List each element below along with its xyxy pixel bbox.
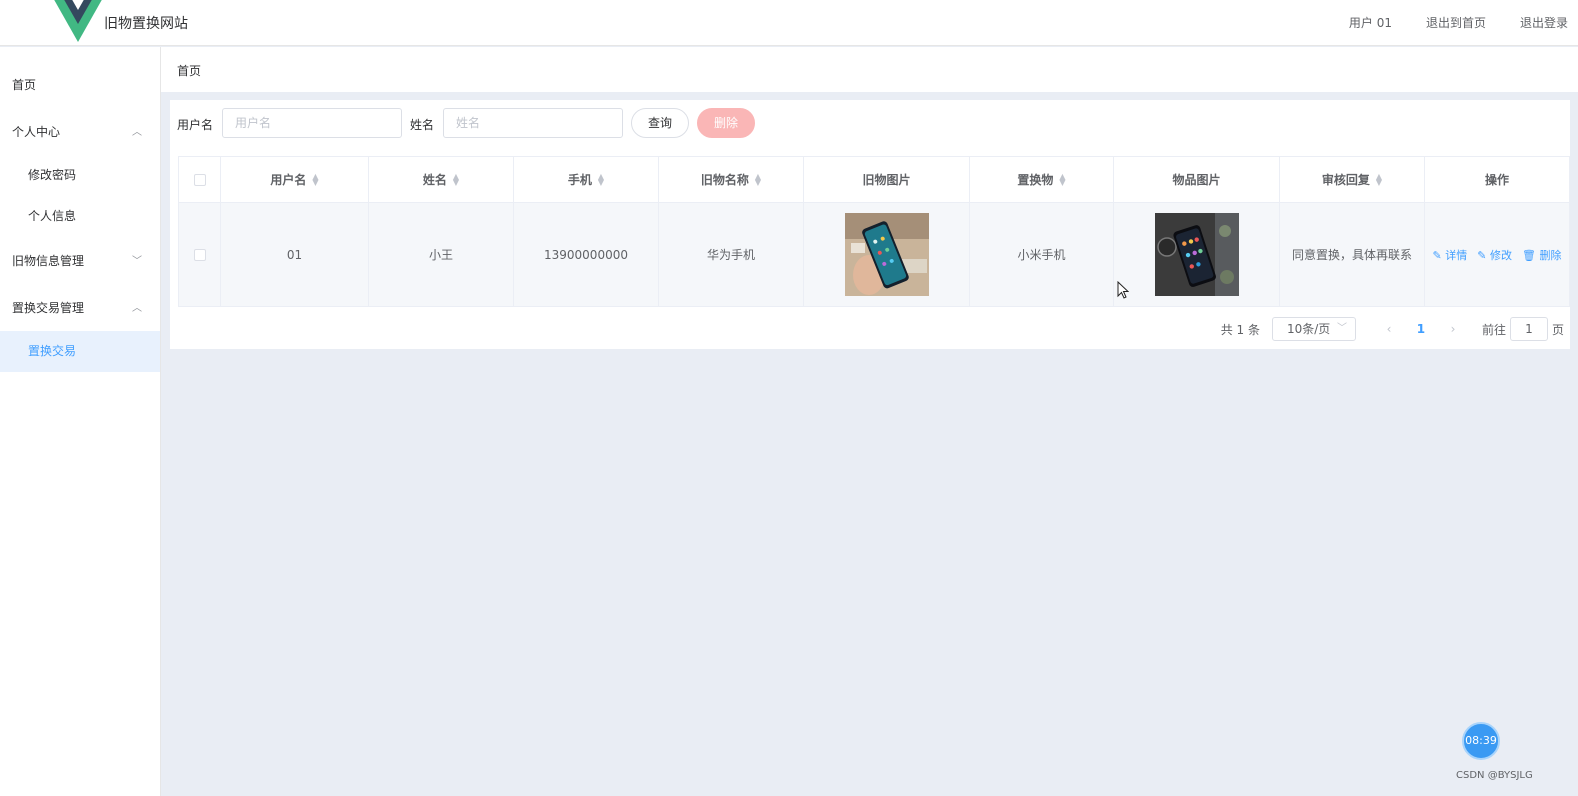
cell-exchange-item: 小米手机: [970, 203, 1114, 307]
delete-button[interactable]: 删除: [697, 108, 755, 138]
column-header-exchange-item[interactable]: 置换物 ▲ ▼: [970, 157, 1114, 203]
column-header-old-item[interactable]: 旧物名称 ▲ ▼: [659, 157, 804, 203]
old-item-phone-image[interactable]: [844, 213, 929, 296]
page-number[interactable]: 1: [1404, 322, 1438, 336]
row-checkbox[interactable]: [193, 248, 206, 261]
column-header-phone[interactable]: 手机 ▲ ▼: [514, 157, 659, 203]
table-header-row: 用户名 ▲ ▼ 姓名 ▲ ▼ 手机 ▲ ▼ 旧物名称 ▲ ▼ 旧物图片 置换物 ▲ ▼ 物品图片 审…: [179, 157, 1570, 203]
column-header-item-image: 物品图片: [1114, 157, 1280, 203]
sort-icon[interactable]: ▲ ▼: [598, 172, 604, 186]
goto-label: 前往: [1481, 322, 1506, 337]
main-panel: 用户名 姓名 查询 删除 用户名▲▼ 姓名▲▼ 手机▲▼ 旧物名称▲▼ 旧物图片: [170, 100, 1570, 349]
sidebar-item-exchange-management[interactable]: 置换交易管理 ︿: [0, 288, 160, 329]
row-select-cell: [179, 203, 221, 307]
chevron-down-icon: ﹀: [132, 256, 142, 267]
watermark: CSDN @BYSJLG: [1456, 770, 1533, 781]
page-size-select[interactable]: 10条/页 ﹀: [1271, 317, 1356, 341]
trash-icon: 🗑: [1521, 248, 1536, 262]
cell-old-item-image: [804, 203, 970, 307]
sidebar-item-label: 旧物信息管理: [12, 254, 85, 268]
column-header-old-item-image: 旧物图片: [804, 157, 970, 203]
logout-link[interactable]: 退出登录: [1520, 14, 1568, 31]
sort-icon[interactable]: ▲ ▼: [1376, 172, 1382, 186]
sidebar-item-label: 首页: [12, 78, 37, 92]
column-header-name[interactable]: 姓名 ▲ ▼: [369, 157, 514, 203]
sidebar-item-label: 修改密码: [28, 168, 77, 182]
pagination-total: 共 1 条: [1220, 322, 1260, 337]
sidebar-item-label: 置换交易: [28, 344, 77, 358]
username-input[interactable]: [222, 108, 402, 138]
site-title: 旧物置换网站: [104, 16, 188, 32]
sidebar-item-home[interactable]: 首页: [0, 65, 160, 106]
chevron-down-icon: ﹀: [1336, 323, 1347, 334]
breadcrumb[interactable]: 首页: [177, 62, 201, 79]
table-row: 01 小王 13900000000 华为手机 小米手机 同意置换，具体再联系 ✎…: [179, 203, 1570, 307]
cell-actions: ✎ 详情 ✎ 修改 🗑 删除: [1425, 203, 1570, 307]
sidebar-item-exchange-transaction[interactable]: 置换交易: [0, 331, 160, 372]
sort-icon[interactable]: ▲ ▼: [312, 172, 318, 186]
current-user[interactable]: 用户 01: [1349, 14, 1392, 31]
sidebar-item-change-password[interactable]: 修改密码: [0, 155, 160, 196]
header-actions: 用户 01 退出到首页 退出登录: [1349, 14, 1568, 31]
back-home-link[interactable]: 退出到首页: [1426, 14, 1486, 31]
column-header-review-reply[interactable]: 审核回复 ▲ ▼: [1280, 157, 1425, 203]
sort-icon[interactable]: ▲ ▼: [453, 172, 459, 186]
edit-pen-icon: ✎: [1432, 248, 1442, 262]
vue-logo-icon: [54, 0, 102, 42]
sidebar-item-label: 个人信息: [28, 209, 77, 223]
prev-page-icon[interactable]: ‹: [1374, 322, 1404, 336]
column-header-username[interactable]: 用户名 ▲ ▼: [221, 157, 369, 203]
delete-action[interactable]: 🗑 删除: [1522, 247, 1561, 263]
cell-review-reply: 同意置换，具体再联系: [1280, 203, 1425, 307]
cell-old-item: 华为手机: [659, 203, 804, 307]
cell-phone: 13900000000: [514, 203, 659, 307]
mouse-cursor-icon: [1117, 281, 1129, 299]
sidebar-item-personal-center[interactable]: 个人中心 ︿: [0, 112, 160, 153]
edit-action[interactable]: ✎ 修改: [1477, 247, 1512, 263]
chevron-up-icon: ︿: [132, 303, 142, 314]
column-header-actions: 操作: [1425, 157, 1570, 203]
next-page-icon[interactable]: ›: [1438, 322, 1468, 336]
edit-pen-icon: ✎: [1477, 248, 1487, 262]
cell-name: 小王: [369, 203, 514, 307]
detail-action[interactable]: ✎ 详情: [1433, 247, 1468, 263]
sort-icon[interactable]: ▲ ▼: [755, 172, 761, 186]
sidebar-item-old-item-management[interactable]: 旧物信息管理 ﹀: [0, 241, 160, 282]
breadcrumb-bar: 首页: [161, 47, 1578, 92]
sidebar-item-label: 个人中心: [12, 125, 61, 139]
sort-icon[interactable]: ▲ ▼: [1059, 172, 1065, 186]
name-input[interactable]: [443, 108, 623, 138]
chevron-up-icon: ︿: [132, 127, 142, 138]
sidebar-item-label: 置换交易管理: [12, 301, 85, 315]
select-all-cell: [179, 157, 221, 203]
pagination: 共 1 条 10条/页 ﹀ ‹ 1 › 前往 1 页: [1221, 317, 1564, 341]
sidebar: 首页 个人中心 ︿ 修改密码 个人信息 旧物信息管理 ﹀ 置换交易管理 ︿ 置换…: [0, 47, 161, 796]
cell-item-image: [1114, 203, 1280, 307]
select-all-checkbox[interactable]: [193, 173, 206, 186]
exchange-table: 用户名 ▲ ▼ 姓名 ▲ ▼ 手机 ▲ ▼ 旧物名称 ▲ ▼ 旧物图片 置换物 ▲ ▼ 物品图片 审…: [178, 156, 1570, 307]
goto-suffix: 页: [1551, 322, 1564, 337]
row-actions: ✎ 详情 ✎ 修改 🗑 删除: [1433, 247, 1562, 263]
clock-bubble[interactable]: 08:39: [1462, 722, 1500, 760]
top-header: 旧物置换网站 用户 01 退出到首页 退出登录: [0, 0, 1578, 46]
cell-username: 01: [221, 203, 369, 307]
exchange-item-phone-image[interactable]: [1154, 213, 1239, 296]
goto-page-input[interactable]: 1: [1509, 317, 1548, 341]
name-label: 姓名: [410, 118, 435, 132]
username-label: 用户名: [177, 118, 214, 132]
search-form: 用户名 姓名 查询 删除: [170, 108, 1570, 138]
sidebar-item-personal-info[interactable]: 个人信息: [0, 196, 160, 237]
query-button[interactable]: 查询: [631, 108, 689, 138]
